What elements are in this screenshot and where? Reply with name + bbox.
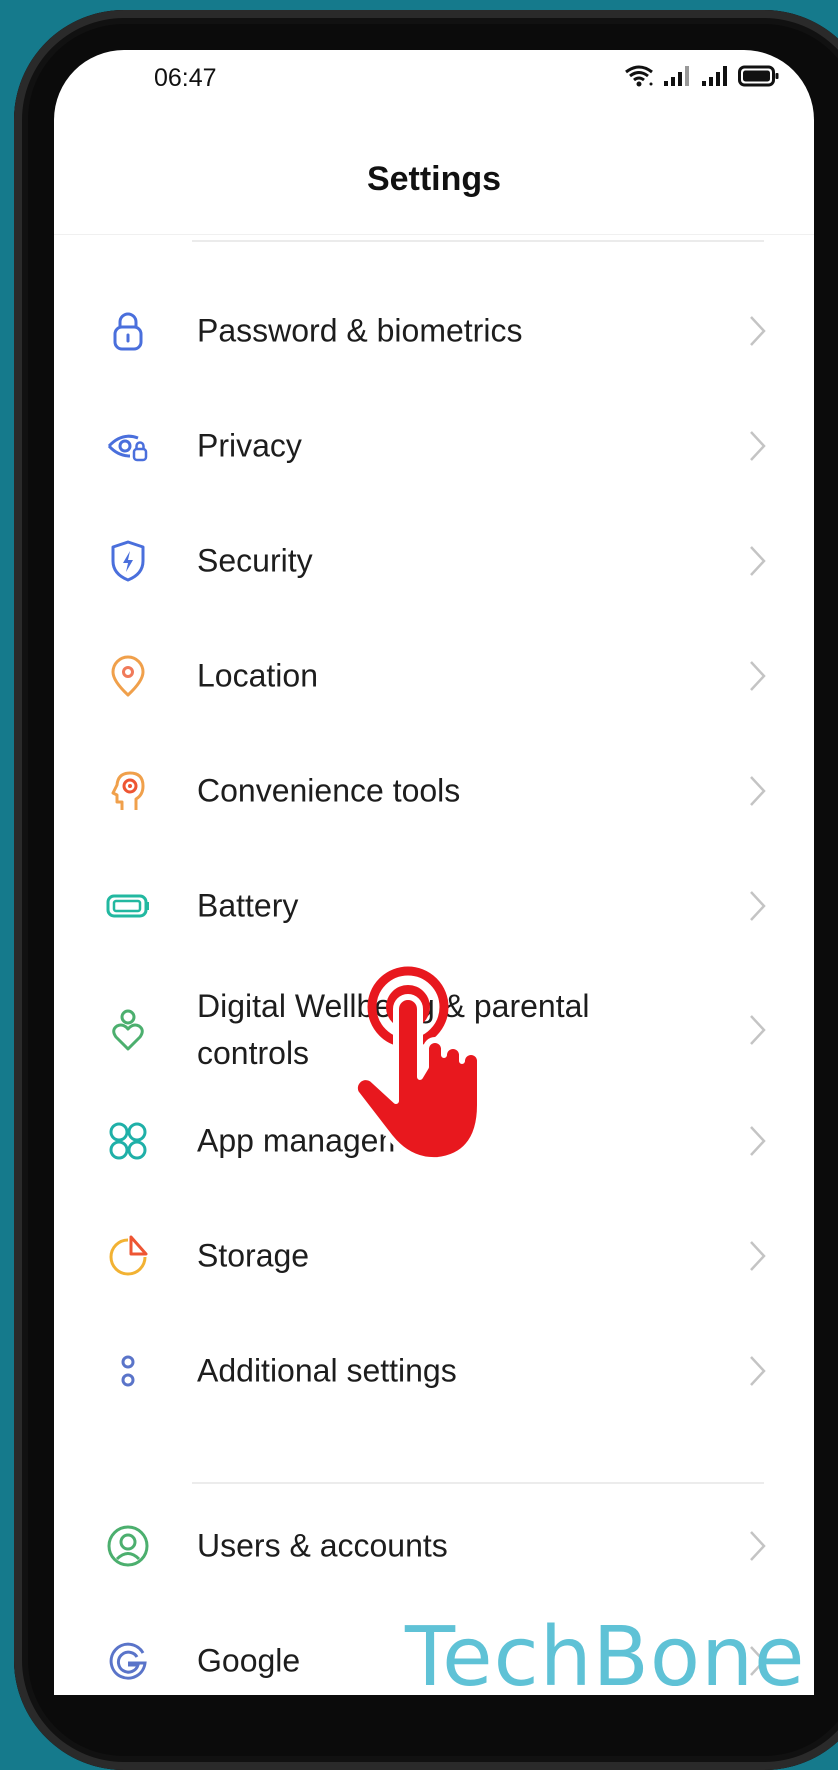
status-icons (624, 64, 780, 88)
list-top-divider (192, 240, 764, 242)
chevron-right-icon (750, 891, 766, 921)
status-bar: 06:47 (54, 50, 814, 130)
settings-item-label: Location (197, 657, 318, 694)
settings-item-label: Privacy (197, 427, 302, 464)
settings-item-users-accounts[interactable]: Users & accounts (54, 1491, 814, 1601)
chevron-right-icon (750, 1531, 766, 1561)
signal-icon (664, 66, 689, 86)
chevron-right-icon (750, 431, 766, 461)
settings-item-label: Battery (197, 887, 299, 924)
wifi-icon (625, 65, 653, 87)
chevron-right-icon (750, 661, 766, 691)
status-time: 06:47 (154, 64, 217, 92)
page-title: Settings (366, 160, 502, 198)
settings-item-convenience-tools[interactable]: Convenience tools (54, 736, 814, 846)
chevron-right-icon (750, 1356, 766, 1386)
section-divider (192, 1482, 764, 1484)
app-grid-icon (109, 1122, 147, 1160)
settings-item-label: Additional settings (197, 1352, 457, 1389)
settings-item-label: Security (197, 542, 313, 579)
chevron-right-icon (750, 1241, 766, 1271)
chevron-right-icon (750, 316, 766, 346)
location-pin-icon (111, 655, 145, 697)
chevron-right-icon (750, 1015, 766, 1045)
wellbeing-heart-icon (112, 1009, 144, 1051)
chevron-right-icon (750, 776, 766, 806)
header-divider (54, 234, 814, 235)
settings-item-privacy[interactable]: Privacy (54, 391, 814, 501)
settings-item-storage[interactable]: Storage (54, 1201, 814, 1311)
settings-item-password-biometrics[interactable]: Password & biometrics (54, 276, 814, 386)
lock-icon (113, 312, 143, 351)
convenience-head-icon (111, 771, 145, 810)
settings-item-label: Password & biometrics (197, 312, 523, 349)
settings-item-battery[interactable]: Battery (54, 851, 814, 961)
shield-icon (111, 540, 145, 582)
settings-item-label: Users & accounts (197, 1527, 448, 1564)
storage-pie-icon (109, 1235, 148, 1276)
signal-icon (702, 66, 727, 86)
dots-icon (121, 1355, 135, 1387)
settings-item-security[interactable]: Security (54, 506, 814, 616)
battery-status-icon (738, 65, 779, 87)
settings-item-label: Convenience tools (197, 772, 461, 809)
settings-item-additional-settings[interactable]: Additional settings (54, 1316, 814, 1426)
settings-item-label: Storage (197, 1237, 310, 1274)
screen: 06:47 Settings Password & biometrics Pri… (54, 50, 814, 1695)
tap-hand-icon (351, 966, 483, 1164)
watermark: TechBone (405, 1610, 806, 1705)
google-icon (109, 1642, 147, 1680)
battery-icon (106, 894, 149, 918)
user-icon (107, 1525, 149, 1567)
chevron-right-icon (750, 1126, 766, 1156)
privacy-eye-icon (107, 434, 148, 462)
chevron-right-icon (750, 546, 766, 576)
settings-item-location[interactable]: Location (54, 621, 814, 731)
